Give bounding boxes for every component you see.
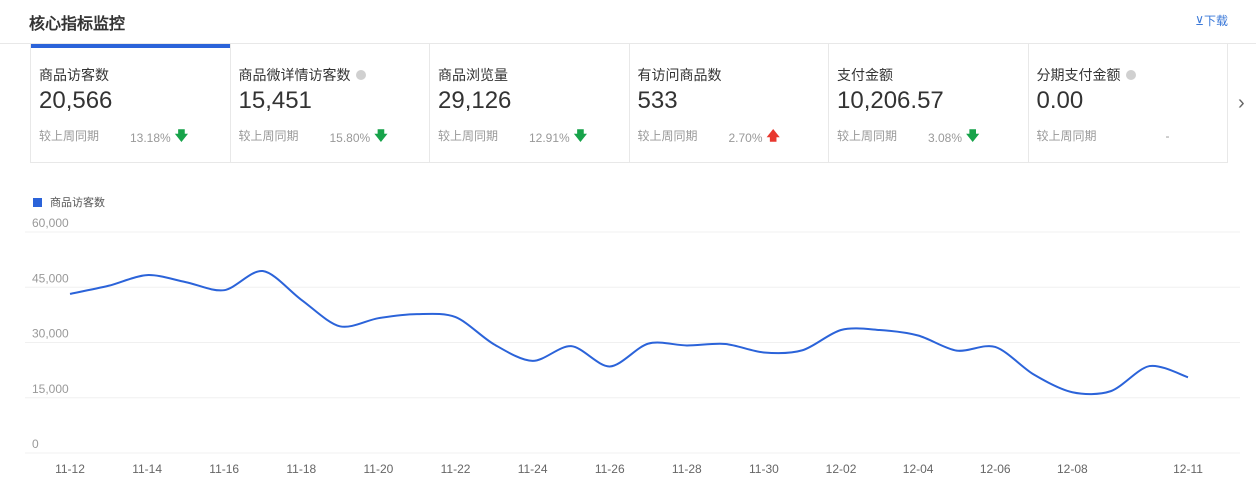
x-tick-label: 12-04 (903, 462, 934, 476)
x-tick-label: 11-16 (209, 462, 239, 476)
y-tick-label: 0 (32, 437, 39, 451)
x-tick-label: 11-26 (595, 462, 625, 476)
series-line (69, 270, 1189, 396)
x-tick-label: 12-06 (980, 462, 1011, 476)
x-tick-label: 11-14 (132, 462, 162, 476)
y-tick-label: 15,000 (32, 382, 69, 396)
x-tick-label: 11-28 (672, 462, 702, 476)
x-tick-label: 11-30 (749, 462, 779, 476)
line-chart: 0 15,000 30,000 45,000 60,000 11-12 11-14 11-16… (25, 216, 1240, 476)
x-tick-label: 11-24 (518, 462, 548, 476)
y-tick-label: 30,000 (32, 327, 69, 341)
x-tick-label: 11-22 (441, 462, 471, 476)
y-tick-label: 45,000 (32, 271, 69, 285)
x-tick-label: 12-02 (826, 462, 857, 476)
x-tick-label: 11-20 (364, 462, 394, 476)
x-tick-label: 11-12 (55, 462, 85, 476)
x-tick-label: 12-11 (1173, 462, 1203, 476)
y-tick-label: 60,000 (32, 216, 69, 230)
x-tick-label: 11-18 (286, 462, 316, 476)
x-tick-label: 12-08 (1057, 462, 1088, 476)
